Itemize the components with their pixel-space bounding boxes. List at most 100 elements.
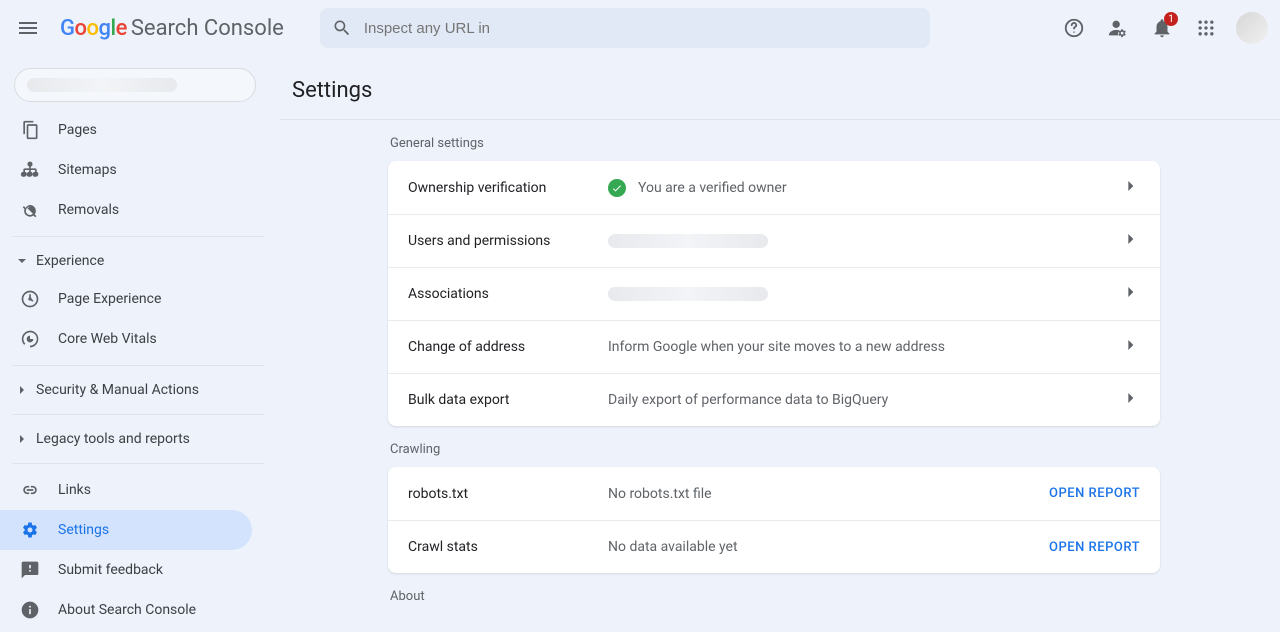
- page-title: Settings: [288, 56, 1268, 119]
- open-report-button[interactable]: OPEN REPORT: [1049, 486, 1140, 501]
- help-button[interactable]: [1054, 8, 1094, 48]
- sidebar-item-label: Sitemaps: [58, 162, 117, 178]
- feedback-icon: [20, 560, 40, 580]
- sidebar-item-label: Settings: [58, 522, 109, 538]
- sidebar-item-label: About Search Console: [58, 602, 196, 618]
- settings-row[interactable]: Bulk data exportDaily export of performa…: [388, 373, 1160, 426]
- section-legacy[interactable]: Legacy tools and reports: [0, 421, 280, 457]
- row-status-text: Inform Google when your site moves to a …: [608, 339, 945, 355]
- sidebar-item-label: Submit feedback: [58, 562, 163, 578]
- row-status: [608, 234, 1120, 248]
- property-name-redacted: [27, 78, 177, 92]
- user-gear-icon: [1107, 17, 1129, 39]
- section-label: Experience: [36, 253, 104, 269]
- sidebar-item-label: Links: [58, 482, 91, 498]
- settings-row[interactable]: Ownership verification You are a verified…: [388, 161, 1160, 214]
- row-status: [608, 287, 1120, 301]
- section-label: Legacy tools and reports: [36, 431, 190, 447]
- settings-row[interactable]: Change of addressInform Google when your…: [388, 320, 1160, 373]
- row-status: You are a verified owner: [608, 179, 1120, 197]
- notification-badge: 1: [1164, 12, 1178, 26]
- row-label: Change of address: [408, 339, 608, 355]
- header-actions: 1: [1054, 8, 1268, 48]
- sidebar: Pages Sitemaps Removals Experience Page …: [0, 56, 280, 632]
- settings-row[interactable]: Crawl statsNo data available yet OPEN REP…: [388, 520, 1160, 573]
- chevron-right-icon: [1120, 176, 1140, 200]
- core-web-vitals-icon: [20, 329, 40, 349]
- row-label: Bulk data export: [408, 392, 608, 408]
- logo[interactable]: Google Search Console: [60, 16, 284, 41]
- row-status-text: You are a verified owner: [638, 180, 787, 196]
- sidebar-item-removals[interactable]: Removals: [0, 190, 252, 230]
- search-icon: [332, 18, 352, 38]
- redacted-value: [608, 287, 768, 301]
- row-status: No data available yet: [608, 539, 1049, 555]
- section-experience[interactable]: Experience: [0, 243, 280, 279]
- sidebar-item-label: Page Experience: [58, 291, 161, 307]
- sidebar-item-settings[interactable]: Settings: [0, 510, 252, 550]
- settings-row[interactable]: robots.txtNo robots.txt file OPEN REPORT: [388, 467, 1160, 520]
- row-status: Inform Google when your site moves to a …: [608, 339, 1120, 355]
- main-content: Settings General settings Ownership verif…: [280, 56, 1280, 632]
- hamburger-icon: [16, 16, 40, 40]
- apps-button[interactable]: [1186, 8, 1226, 48]
- row-label: robots.txt: [408, 486, 608, 502]
- group-label: General settings: [390, 136, 1160, 151]
- sidebar-item-feedback[interactable]: Submit feedback: [0, 550, 252, 590]
- sidebar-item-pages[interactable]: Pages: [0, 110, 252, 150]
- menu-button[interactable]: [8, 8, 48, 48]
- account-avatar[interactable]: [1236, 12, 1268, 44]
- gear-icon: [20, 520, 40, 540]
- sidebar-item-label: Removals: [58, 202, 119, 218]
- sidebar-item-label: Core Web Vitals: [58, 331, 157, 347]
- sidebar-item-label: Pages: [58, 122, 97, 138]
- chevron-right-icon: [14, 385, 30, 395]
- user-settings-button[interactable]: [1098, 8, 1138, 48]
- redacted-value: [608, 234, 768, 248]
- sidebar-item-page-experience[interactable]: Page Experience: [0, 279, 252, 319]
- settings-card: Ownership verification You are a verified…: [388, 161, 1160, 426]
- sitemaps-icon: [20, 160, 40, 180]
- row-status-text: No robots.txt file: [608, 486, 712, 502]
- section-label: Security & Manual Actions: [36, 382, 199, 398]
- settings-row[interactable]: Users and permissions: [388, 214, 1160, 267]
- row-status: No robots.txt file: [608, 486, 1049, 502]
- chevron-right-icon: [14, 434, 30, 444]
- row-label: Associations: [408, 286, 608, 302]
- info-icon: [20, 600, 40, 620]
- row-label: Ownership verification: [408, 180, 608, 196]
- sidebar-item-links[interactable]: Links: [0, 470, 252, 510]
- row-label: Users and permissions: [408, 233, 608, 249]
- open-report-button[interactable]: OPEN REPORT: [1049, 540, 1140, 555]
- row-status-text: Daily export of performance data to BigQ…: [608, 392, 888, 408]
- row-status: Daily export of performance data to BigQ…: [608, 392, 1120, 408]
- sidebar-item-about[interactable]: About Search Console: [0, 590, 252, 630]
- chevron-right-icon: [1120, 335, 1140, 359]
- group-label: About: [390, 589, 1160, 604]
- group-label: Crawling: [390, 442, 1160, 457]
- property-selector[interactable]: [14, 68, 256, 102]
- row-label: Crawl stats: [408, 539, 608, 555]
- apps-grid-icon: [1196, 18, 1216, 38]
- notifications-button[interactable]: 1: [1142, 8, 1182, 48]
- chevron-right-icon: [1120, 229, 1140, 253]
- settings-row[interactable]: Associations: [388, 267, 1160, 320]
- chevron-right-icon: [1120, 388, 1140, 412]
- app-header: Google Search Console 1: [0, 0, 1280, 56]
- section-security[interactable]: Security & Manual Actions: [0, 372, 280, 408]
- sidebar-item-sitemaps[interactable]: Sitemaps: [0, 150, 252, 190]
- help-icon: [1063, 17, 1085, 39]
- product-name: Search Console: [131, 16, 284, 41]
- removals-icon: [20, 200, 40, 220]
- chevron-down-icon: [14, 256, 30, 266]
- pages-icon: [20, 120, 40, 140]
- page-experience-icon: [20, 289, 40, 309]
- sidebar-item-core-web-vitals[interactable]: Core Web Vitals: [0, 319, 252, 359]
- url-inspection-searchbar[interactable]: [320, 8, 930, 48]
- verified-check-icon: [608, 179, 626, 197]
- url-inspection-input[interactable]: [364, 20, 918, 37]
- google-logo-text: Google: [60, 16, 127, 41]
- row-status-text: No data available yet: [608, 539, 738, 555]
- settings-card: robots.txtNo robots.txt fileOPEN REPORTC…: [388, 467, 1160, 573]
- links-icon: [20, 480, 40, 500]
